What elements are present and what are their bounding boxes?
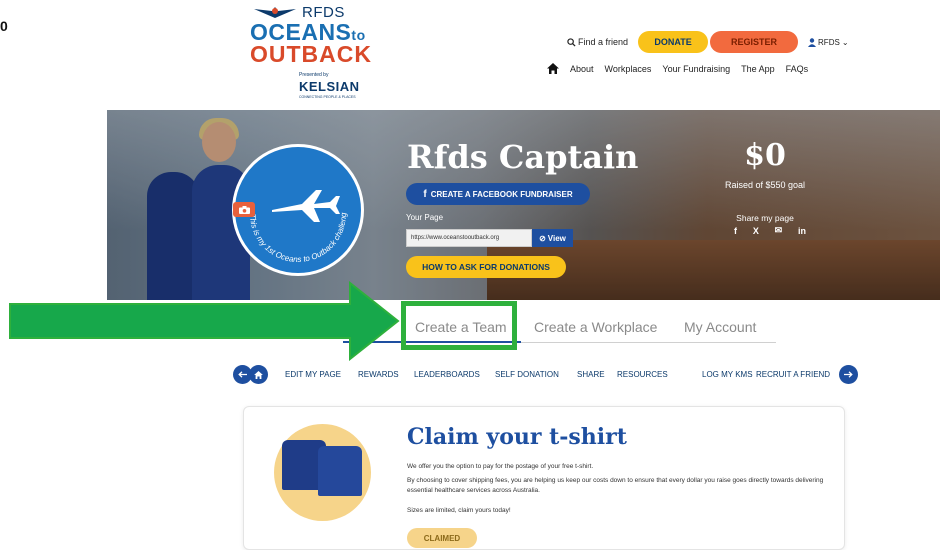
logo-outback: OUTBACK xyxy=(250,41,372,67)
card-title: Claim your t-shirt xyxy=(407,424,627,450)
link-icon: ⊘ xyxy=(539,233,546,243)
sponsor-logo: KELSIAN xyxy=(299,79,360,94)
pointer-arrow xyxy=(9,281,400,361)
header-actions: Find a friend DONATE REGISTER RFDS ⌄ xyxy=(567,31,849,53)
home-icon[interactable] xyxy=(547,63,559,74)
fundraiser-name: Rfds Captain xyxy=(407,138,639,176)
nav-the-app[interactable]: The App xyxy=(741,64,775,74)
raised-goal: Raised of $550 goal xyxy=(724,180,806,190)
subnav-leaderboards[interactable]: LEADERBOARDS xyxy=(414,370,480,379)
scroll-right-button[interactable] xyxy=(839,365,858,384)
view-page-button[interactable]: ⊘ View xyxy=(532,229,573,247)
your-page-label: Your Page xyxy=(406,213,444,222)
facebook-icon: f xyxy=(423,188,427,200)
card-paragraph: By choosing to cover shipping fees, you … xyxy=(407,477,824,494)
raised-amount: $0 xyxy=(744,138,786,173)
subnav-log-my-kms[interactable]: LOG MY KMS xyxy=(702,370,753,379)
user-icon xyxy=(808,37,817,47)
dashboard-subnav: EDIT MY PAGE REWARDS LEADERBOARDS SELF D… xyxy=(233,363,858,387)
arrow-left-icon xyxy=(238,371,247,378)
step-number: 0 xyxy=(0,18,8,34)
arrow-right-icon xyxy=(844,371,853,378)
subnav-share[interactable]: SHARE xyxy=(577,370,605,379)
card-paragraph: Sizes are limited, claim yours today! xyxy=(407,507,511,514)
subnav-recruit-a-friend[interactable]: RECRUIT A FRIEND xyxy=(756,370,830,379)
tab-my-account[interactable]: My Account xyxy=(684,319,756,335)
card-paragraph: We offer you the option to pay for the p… xyxy=(407,463,594,470)
facebook-share-icon[interactable]: f xyxy=(734,226,737,236)
donate-button[interactable]: DONATE xyxy=(638,31,709,53)
tab-create-workplace[interactable]: Create a Workplace xyxy=(534,319,657,335)
camera-icon xyxy=(238,205,250,214)
nav-workplaces[interactable]: Workplaces xyxy=(605,64,652,74)
nav-about[interactable]: About xyxy=(570,64,594,74)
x-share-icon[interactable]: X xyxy=(753,226,759,236)
airplane-icon xyxy=(272,190,340,222)
subnav-resources[interactable]: RESOURCES xyxy=(617,370,668,379)
sponsor-tagline: CONNECTING PEOPLE & PLACES xyxy=(299,95,356,99)
nav-your-fundraising[interactable]: Your Fundraising xyxy=(662,64,730,74)
subnav-self-donation[interactable]: SELF DONATION xyxy=(495,370,559,379)
tshirt-image xyxy=(318,446,362,496)
camera-button[interactable] xyxy=(233,202,255,217)
how-to-ask-button[interactable]: HOW TO ASK FOR DONATIONS xyxy=(406,256,566,278)
claimed-button[interactable]: CLAIMED xyxy=(407,528,477,548)
home-icon xyxy=(254,370,263,379)
linkedin-share-icon[interactable]: in xyxy=(798,226,806,236)
nav-faqs[interactable]: FAQs xyxy=(786,64,809,74)
find-friend-link[interactable]: Find a friend xyxy=(567,37,628,47)
search-icon xyxy=(567,37,576,47)
site-logo[interactable]: RFDS OCEANSto OUTBACK Presented by KELSI… xyxy=(250,0,372,102)
subnav-edit-my-page[interactable]: EDIT MY PAGE xyxy=(285,370,341,379)
share-label: Share my page xyxy=(736,213,794,223)
email-share-icon[interactable]: ✉ xyxy=(775,225,783,236)
user-menu[interactable]: RFDS ⌄ xyxy=(808,37,849,47)
rfds-wings-icon xyxy=(254,7,296,18)
register-button[interactable]: REGISTER xyxy=(710,31,799,53)
highlight-box xyxy=(401,301,517,350)
facebook-fundraiser-button[interactable]: f CREATE A FACEBOOK FUNDRAISER xyxy=(406,183,590,205)
main-nav: About Workplaces Your Fundraising The Ap… xyxy=(547,63,808,74)
dashboard-home-button[interactable] xyxy=(249,365,268,384)
logo-presented-by: Presented by xyxy=(299,72,329,78)
page-url-field[interactable]: https://www.oceanstooutback.org xyxy=(406,229,532,247)
chevron-down-icon: ⌄ xyxy=(841,37,849,47)
subnav-rewards[interactable]: REWARDS xyxy=(358,370,399,379)
share-icons: f X ✉ in xyxy=(734,225,806,236)
